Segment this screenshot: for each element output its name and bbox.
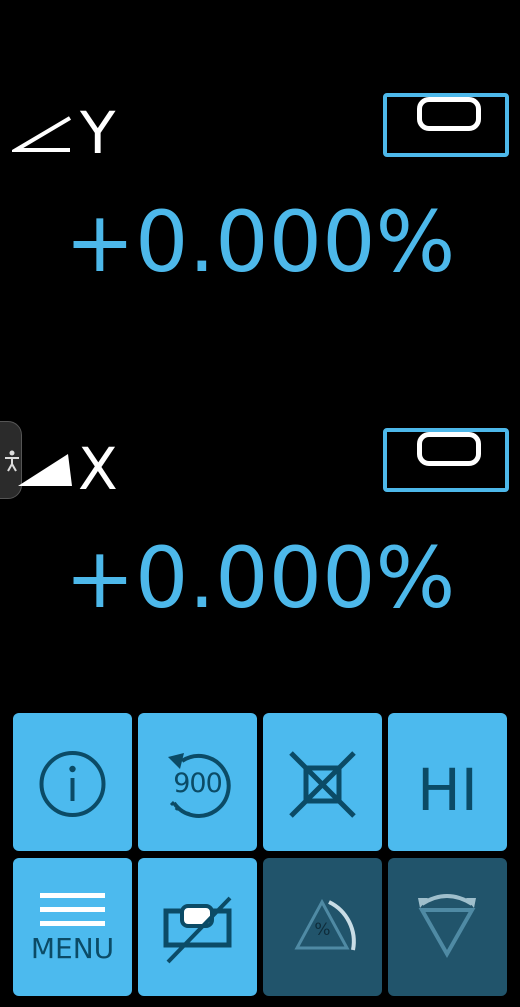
x-axis-label-group: X (16, 435, 118, 503)
frame-button[interactable] (263, 713, 382, 851)
rotate-button[interactable]: 900 (138, 713, 257, 851)
slope-wedge-icon (18, 454, 72, 486)
info-button[interactable] (13, 713, 132, 851)
frame-crosshair-icon (289, 751, 356, 818)
slope-percent-label: % (314, 920, 331, 940)
triangle-arc-icon (418, 894, 476, 959)
rotate-button-label: 900 (173, 768, 223, 799)
info-icon (39, 751, 106, 817)
y-reading: +0.000% (64, 193, 456, 291)
x-reading: +0.000% (64, 529, 456, 627)
y-axis-label-group: Y (12, 99, 116, 167)
x-axis-label: X (78, 435, 118, 503)
x-level-button[interactable] (383, 428, 509, 492)
arc-mode-button[interactable] (388, 858, 507, 996)
y-level-button[interactable] (383, 93, 509, 157)
bubble-level-icon (417, 97, 481, 131)
bubble-level-icon (417, 432, 481, 466)
hold-button[interactable]: HI (388, 713, 507, 851)
y-axis-label: Y (80, 99, 116, 167)
menu-button[interactable]: MENU (13, 858, 132, 996)
level-off-button[interactable] (138, 858, 257, 996)
hold-button-label: HI (417, 756, 478, 824)
level-slash-icon (163, 896, 232, 964)
angle-icon (12, 116, 72, 152)
menu-button-label: MENU (30, 932, 115, 965)
slope-percent-button[interactable]: % (263, 858, 382, 996)
menu-lines-icon (40, 893, 105, 926)
